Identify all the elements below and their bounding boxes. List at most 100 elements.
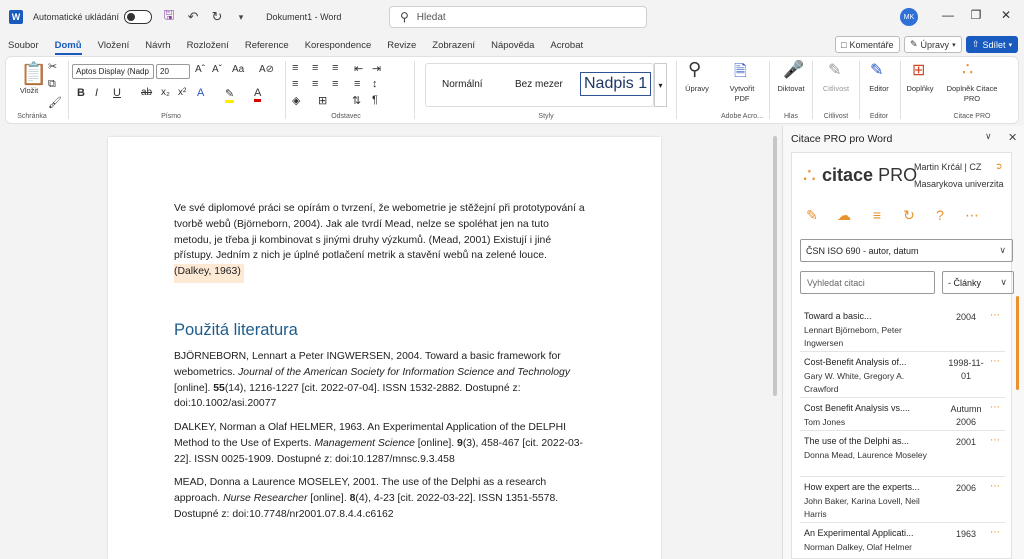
scroll-thumb[interactable] (773, 136, 777, 396)
more-icon[interactable]: ⋯ (990, 481, 1000, 492)
grow-font-icon[interactable]: Aˆ (195, 64, 205, 75)
find-icon[interactable]: ⚲ (688, 59, 701, 80)
undo-icon[interactable]: ↶ (186, 9, 200, 25)
justify-icon[interactable]: ≡ (354, 78, 360, 90)
addins-label[interactable]: Doplňky (902, 84, 938, 94)
superscript-icon[interactable]: x² (178, 87, 186, 98)
autosave-toggle[interactable] (124, 10, 153, 24)
avatar[interactable]: MK (900, 8, 918, 26)
format-painter-icon[interactable]: 🖌 (48, 96, 62, 109)
highlight-icon[interactable]: ✎ (225, 87, 235, 103)
tab-domu[interactable]: Domů (47, 34, 90, 56)
panel-scrollbar[interactable] (1016, 296, 1019, 390)
styles-more-button[interactable]: ▾ (654, 63, 667, 107)
logout-icon[interactable]: ➲ (995, 161, 1003, 172)
panel-options-icon[interactable]: ∨ (985, 131, 992, 142)
bullets-icon[interactable]: ≡ (292, 62, 298, 74)
style-no-spacing[interactable]: Bez mezer (515, 79, 563, 90)
comments-button[interactable]: □ Komentáře (835, 36, 900, 53)
customize-qat-icon[interactable]: ▾ (234, 12, 248, 23)
text-effects-icon[interactable]: A (197, 87, 204, 99)
clear-format-icon[interactable]: A⊘ (259, 64, 274, 75)
strikethrough-icon[interactable]: ab (141, 87, 152, 98)
align-left-icon[interactable]: ≡ (292, 78, 298, 90)
refresh-icon[interactable]: ↻ (899, 207, 919, 224)
minimize-icon[interactable]: — (940, 8, 956, 22)
close-icon[interactable]: ✕ (998, 8, 1014, 22)
body-paragraph[interactable]: Ve své diplomové práci se opírám o tvrze… (174, 201, 604, 284)
reference-entry[interactable]: MEAD, Donna a Laurence MOSELEY, 2001. Th… (174, 475, 604, 522)
subscript-icon[interactable]: x₂ (161, 87, 170, 98)
numbering-icon[interactable]: ≡ (312, 62, 318, 74)
edit-label[interactable]: Úpravy (679, 84, 715, 94)
citation-highlight[interactable]: (Dalkey, 1963) (174, 264, 244, 284)
cloud-upload-icon[interactable]: ☁ (834, 207, 854, 224)
tab-navrh[interactable]: Návrh (137, 34, 178, 56)
shading-icon[interactable]: ◈ (292, 94, 300, 107)
reference-entry[interactable]: DALKEY, Norman a Olaf HELMER, 1963. An E… (174, 420, 604, 467)
shrink-font-icon[interactable]: Aˇ (212, 64, 222, 75)
edits-button[interactable]: ✎ Úpravy ▾ (904, 36, 962, 53)
search-box[interactable]: ⚲ Hledat (389, 6, 647, 28)
create-pdf-icon[interactable]: 🗎 (734, 60, 747, 87)
share-button[interactable]: ⇧ Sdílet ▾ (966, 36, 1018, 53)
list-item[interactable]: Cost-Benefit Analysis of... Gary W. Whit… (800, 352, 1005, 398)
copy-icon[interactable]: ⧉ (48, 78, 56, 91)
citation-style-select[interactable]: ČSN ISO 690 - autor, datum ∨ (800, 239, 1013, 262)
tab-zobrazeni[interactable]: Zobrazení (424, 34, 483, 56)
tab-soubor[interactable]: Soubor (0, 34, 47, 56)
italic-icon[interactable]: I (95, 87, 98, 99)
tab-rozlozeni[interactable]: Rozložení (179, 34, 237, 56)
cut-icon[interactable]: ✂ (48, 60, 57, 73)
citace-addin-label[interactable]: Doplněk Citace PRO (944, 84, 1000, 104)
list-item[interactable]: How expert are the experts... John Baker… (800, 477, 1005, 523)
align-right-icon[interactable]: ≡ (332, 78, 338, 90)
reference-entry[interactable]: BJÖRNEBORN, Lennart a Peter INGWERSEN, 2… (174, 349, 604, 412)
font-size-select[interactable]: 20 (156, 64, 190, 79)
editor-icon[interactable]: ✎ (870, 60, 883, 80)
sort-icon[interactable]: ⇅ (352, 94, 361, 107)
more-icon[interactable]: ⋯ (990, 527, 1000, 538)
decrease-indent-icon[interactable]: ⇤ (354, 62, 363, 75)
style-normal[interactable]: Normální (442, 79, 483, 90)
create-pdf-label[interactable]: Vytvořit PDF (722, 84, 762, 104)
underline-icon[interactable]: U (113, 87, 121, 99)
list-item[interactable]: An Experimental Applicati... Norman Dalk… (800, 523, 1005, 559)
font-name-select[interactable]: Aptos Display (Nadp (72, 64, 154, 79)
show-marks-icon[interactable]: ¶ (372, 94, 378, 106)
citace-addin-icon[interactable]: ∴ (962, 59, 973, 80)
addins-icon[interactable]: ⊞ (912, 60, 925, 80)
font-color-icon[interactable]: A (254, 87, 262, 102)
restore-icon[interactable]: ❐ (968, 8, 984, 22)
tab-revize[interactable]: Revize (379, 34, 424, 56)
editor-label[interactable]: Editor (861, 84, 897, 94)
bibliography-heading[interactable]: Použitá literatura (174, 321, 298, 340)
tab-acrobat[interactable]: Acrobat (542, 34, 591, 56)
tab-korespondence[interactable]: Korespondence (297, 34, 380, 56)
document-scrollbar[interactable] (771, 128, 780, 559)
more-icon[interactable]: ⋯ (990, 356, 1000, 367)
align-center-icon[interactable]: ≡ (312, 78, 318, 90)
edit-icon[interactable]: ✎ (802, 207, 822, 224)
tab-reference[interactable]: Reference (237, 34, 297, 56)
microphone-icon[interactable]: 🎤 (783, 60, 804, 80)
more-icon[interactable]: ⋯ (990, 435, 1000, 446)
borders-icon[interactable]: ⊞ (318, 94, 327, 107)
save-icon[interactable]: 🖫 (162, 6, 176, 28)
bold-icon[interactable]: B (77, 87, 85, 99)
type-filter-select[interactable]: - Články ∨ (942, 271, 1014, 294)
increase-indent-icon[interactable]: ⇥ (372, 62, 381, 75)
paste-icon[interactable]: 📋 (20, 61, 47, 87)
paste-label[interactable]: Vložit (14, 86, 44, 96)
insert-bibliography-icon[interactable]: ≡ (867, 207, 887, 223)
line-spacing-icon[interactable]: ↕ (372, 78, 378, 90)
more-icon[interactable]: ⋯ (962, 207, 982, 224)
citation-search-input[interactable]: Vyhledat citaci (800, 271, 935, 294)
more-icon[interactable]: ⋯ (990, 402, 1000, 413)
list-item[interactable]: Toward a basic... Lennart Björneborn, Pe… (800, 306, 1005, 352)
redo-icon[interactable]: ↻ (210, 9, 224, 25)
dictate-label[interactable]: Diktovat (772, 84, 810, 94)
change-case-icon[interactable]: Aa (232, 64, 244, 75)
help-icon[interactable]: ? (930, 207, 950, 223)
list-item[interactable]: Cost Benefit Analysis vs.... Tom Jones A… (800, 398, 1005, 431)
